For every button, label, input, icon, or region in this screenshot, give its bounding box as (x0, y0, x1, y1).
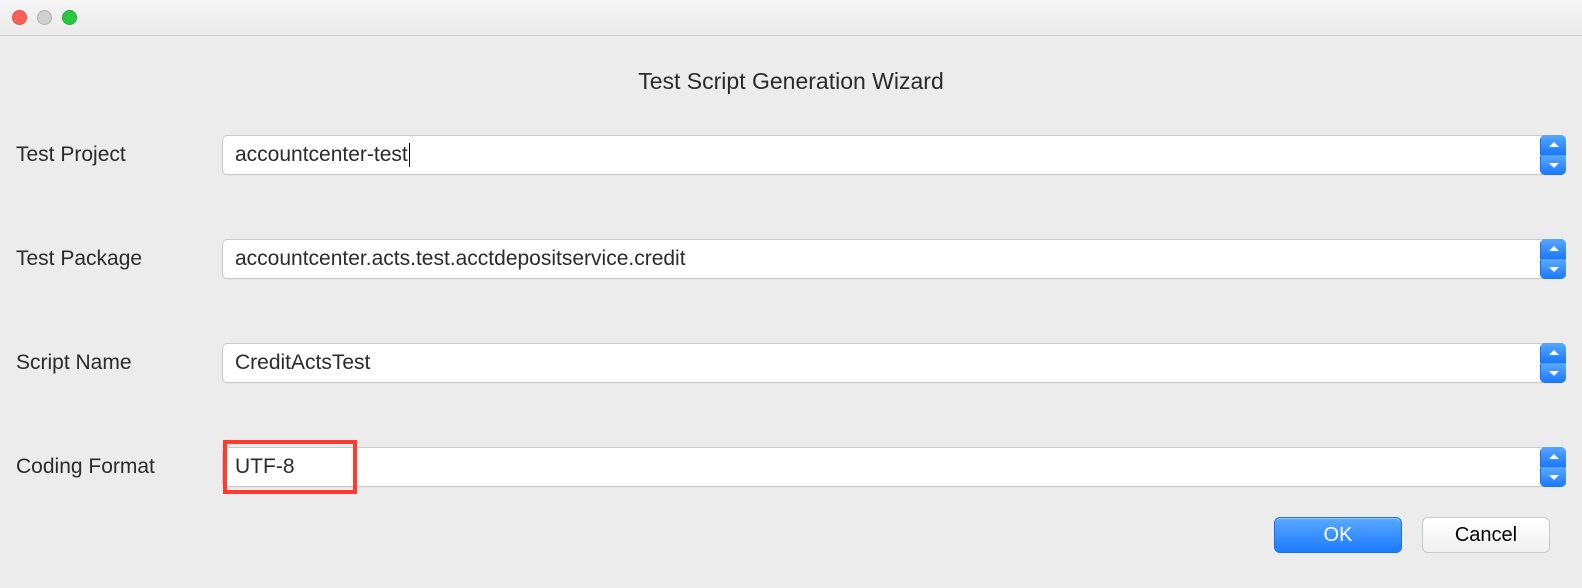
dialog-footer: OK Cancel (10, 517, 1572, 553)
combo-script-name[interactable]: CreditActsTest (222, 343, 1566, 383)
chevron-up-icon[interactable] (1540, 447, 1566, 467)
chevron-down-icon[interactable] (1540, 467, 1566, 488)
field-script-name: Script Name CreditActsTest (16, 343, 1566, 383)
combo-test-package[interactable]: accountcenter.acts.test.acctdepositservi… (222, 239, 1566, 279)
cancel-button[interactable]: Cancel (1422, 517, 1550, 553)
field-test-package: Test Package accountcenter.acts.test.acc… (16, 239, 1566, 279)
window-controls (12, 10, 77, 25)
titlebar (0, 0, 1582, 36)
chevron-down-icon[interactable] (1540, 363, 1566, 384)
stepper-coding-format[interactable] (1540, 447, 1566, 487)
chevron-up-icon[interactable] (1540, 343, 1566, 363)
chevron-up-icon[interactable] (1540, 135, 1566, 155)
label-script-name: Script Name (16, 351, 222, 375)
form: Test Project accountcenter-test Test Pac… (10, 135, 1572, 487)
chevron-up-icon[interactable] (1540, 239, 1566, 259)
combo-coding-format[interactable]: UTF-8 (222, 447, 1566, 487)
label-test-package: Test Package (16, 247, 222, 271)
stepper-script-name[interactable] (1540, 343, 1566, 383)
zoom-icon[interactable] (62, 10, 77, 25)
label-test-project: Test Project (16, 143, 222, 167)
dialog-content: Test Script Generation Wizard Test Proje… (0, 68, 1582, 553)
label-coding-format: Coding Format (16, 455, 222, 479)
value-test-package: accountcenter.acts.test.acctdepositservi… (235, 247, 686, 271)
value-test-project: accountcenter-test (235, 143, 408, 167)
text-cursor (409, 143, 410, 167)
stepper-test-project[interactable] (1540, 135, 1566, 175)
close-icon[interactable] (12, 10, 27, 25)
dialog-title: Test Script Generation Wizard (10, 68, 1572, 95)
field-coding-format: Coding Format UTF-8 (16, 447, 1566, 487)
field-test-project: Test Project accountcenter-test (16, 135, 1566, 175)
chevron-down-icon[interactable] (1540, 259, 1566, 280)
ok-button[interactable]: OK (1274, 517, 1402, 553)
value-script-name: CreditActsTest (235, 351, 370, 375)
minimize-icon[interactable] (37, 10, 52, 25)
combo-test-project[interactable]: accountcenter-test (222, 135, 1566, 175)
chevron-down-icon[interactable] (1540, 155, 1566, 176)
stepper-test-package[interactable] (1540, 239, 1566, 279)
value-coding-format: UTF-8 (235, 455, 295, 479)
